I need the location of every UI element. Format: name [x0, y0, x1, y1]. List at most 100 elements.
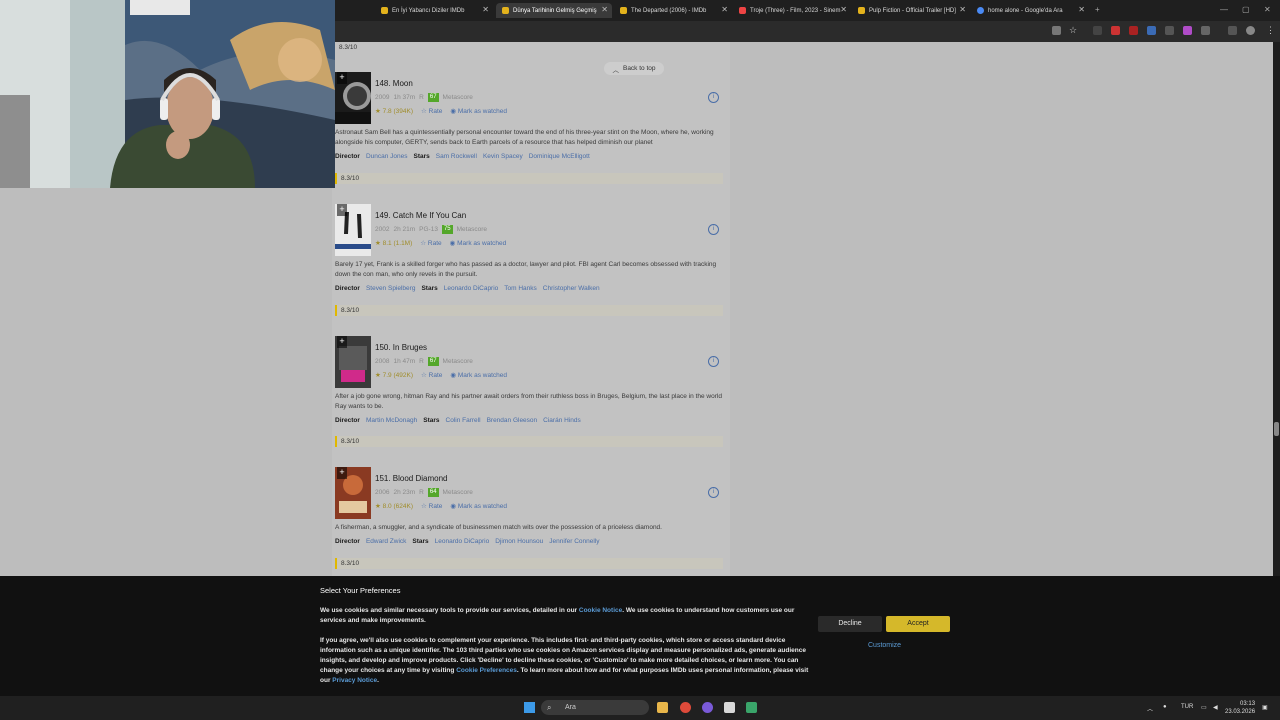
page-scrollbar[interactable] — [1273, 42, 1280, 576]
director-label: Director — [335, 153, 360, 160]
extension-icon[interactable] — [1093, 26, 1102, 35]
browser-tab[interactable]: Troje (Three) - Film, 2023 - Sinem ✕ — [733, 3, 851, 18]
info-icon[interactable]: i — [708, 356, 719, 367]
metascore-badge: 64 — [427, 488, 439, 497]
poster-image[interactable]: + — [335, 336, 371, 388]
new-tab-icon[interactable]: + — [1095, 5, 1100, 14]
close-icon[interactable]: ✕ — [959, 5, 966, 14]
director-link[interactable]: Steven Spielberg — [366, 285, 416, 292]
director-link[interactable]: Duncan Jones — [366, 153, 408, 160]
network-icon[interactable]: ▭ — [1201, 704, 1207, 711]
browser-tab-active[interactable]: Dünya Tarihinin Gelmiş Geçmiş ✕ — [496, 3, 612, 18]
close-icon[interactable]: ✕ — [601, 5, 608, 14]
extensions-puzzle-icon[interactable] — [1201, 26, 1210, 35]
app-icon[interactable] — [724, 702, 735, 713]
star-link[interactable]: Sam Rockwell — [436, 153, 477, 160]
menu-icon[interactable]: ⋮ — [1266, 26, 1275, 35]
list-item: + 150. In Bruges 2008 1h 47m R 67 Metasc… — [335, 336, 725, 446]
maximize-icon[interactable]: ▢ — [1242, 5, 1250, 14]
cookie-title: Select Your Preferences — [320, 586, 401, 595]
close-icon[interactable]: ✕ — [1078, 5, 1085, 14]
rate-button[interactable]: ☆ Rate — [421, 371, 442, 379]
add-to-watchlist-icon[interactable]: + — [337, 467, 347, 479]
language-indicator[interactable]: TUR — [1181, 704, 1193, 710]
movie-title[interactable]: 150. In Bruges — [375, 343, 427, 352]
poster-image[interactable]: + — [335, 204, 371, 256]
info-icon[interactable]: i — [708, 92, 719, 103]
taskbar-search[interactable]: ⌕ Ara — [541, 700, 649, 715]
close-icon[interactable]: ✕ — [482, 5, 489, 14]
extension-icon[interactable] — [1129, 26, 1138, 35]
add-to-watchlist-icon[interactable]: + — [337, 336, 347, 348]
extension-icon[interactable] — [1147, 26, 1156, 35]
star-link[interactable]: Jennifer Connelly — [549, 538, 599, 545]
decline-button[interactable]: Decline — [818, 616, 882, 632]
movie-title[interactable]: 148. Moon — [375, 79, 413, 88]
file-explorer-icon[interactable] — [657, 702, 668, 713]
system-clock[interactable]: 03:13 23.03.2026 — [1225, 700, 1255, 716]
rate-button[interactable]: ☆ Rate — [421, 502, 442, 510]
movie-meta: 2006 2h 23m R 64 Metascore — [375, 488, 473, 497]
credits-row: Director Martin McDonagh Stars Colin Far… — [335, 417, 581, 424]
star-link[interactable]: Tom Hanks — [504, 285, 537, 292]
chrome-icon[interactable] — [680, 702, 691, 713]
mark-watched-button[interactable]: ◉ Mark as watched — [450, 107, 507, 115]
browser-tab[interactable]: home alone - Google'da Ara ✕ — [971, 3, 1089, 18]
bookmark-star-icon[interactable]: ☆ — [1069, 26, 1078, 35]
info-icon[interactable]: i — [708, 487, 719, 498]
privacy-notice-link[interactable]: Privacy Notice — [332, 677, 377, 684]
star-link[interactable]: Christopher Walken — [543, 285, 600, 292]
rate-button[interactable]: ☆ Rate — [420, 239, 441, 247]
star-link[interactable]: Leonardo DiCaprio — [435, 538, 490, 545]
movie-title[interactable]: 151. Blood Diamond — [375, 474, 448, 483]
browser-tab[interactable]: The Departed (2006) - IMDb ✕ — [614, 3, 732, 18]
star-link[interactable]: Colin Farrell — [446, 417, 481, 424]
profile-avatar-icon[interactable] — [1246, 26, 1255, 35]
customize-link[interactable]: Customize — [868, 642, 901, 649]
poster-image[interactable]: + — [335, 72, 371, 124]
volume-icon[interactable]: ◀ — [1213, 704, 1218, 711]
mark-watched-button[interactable]: ◉ Mark as watched — [450, 371, 507, 379]
star-link[interactable]: Djimon Hounsou — [495, 538, 543, 545]
cookie-notice-link[interactable]: Cookie Notice — [579, 607, 622, 614]
accept-button[interactable]: Accept — [886, 616, 950, 632]
info-icon[interactable]: i — [708, 224, 719, 235]
rate-button[interactable]: ☆ Rate — [421, 107, 442, 115]
windows-start-icon[interactable] — [524, 702, 535, 713]
sidebar-icon[interactable] — [1228, 26, 1237, 35]
extension-icon[interactable] — [1183, 26, 1192, 35]
add-to-watchlist-icon[interactable]: + — [337, 204, 347, 216]
close-icon[interactable]: ✕ — [840, 5, 847, 14]
star-link[interactable]: Leonardo DiCaprio — [444, 285, 499, 292]
notification-icon[interactable]: ▣ — [1262, 704, 1268, 711]
translate-icon[interactable] — [1052, 26, 1061, 35]
close-icon[interactable]: ✕ — [721, 5, 728, 14]
plot-text: A fisherman, a smuggler, and a syndicate… — [335, 524, 662, 531]
star-link[interactable]: Dominique McElligott — [529, 153, 590, 160]
add-to-watchlist-icon[interactable]: + — [337, 72, 347, 84]
window-close-icon[interactable]: ✕ — [1264, 5, 1271, 14]
scrollbar-thumb[interactable] — [1274, 422, 1279, 436]
rating-row: ★ 7.9 (492K) ☆ Rate ◉ Mark as watched — [375, 371, 507, 379]
app-icon[interactable] — [746, 702, 757, 713]
director-link[interactable]: Martin McDonagh — [366, 417, 417, 424]
cookie-preferences-link[interactable]: Cookie Preferences — [456, 667, 517, 674]
extension-icon[interactable] — [1111, 26, 1120, 35]
mark-watched-button[interactable]: ◉ Mark as watched — [450, 502, 507, 510]
mark-watched-button[interactable]: ◉ Mark as watched — [450, 239, 507, 247]
movie-title[interactable]: 149. Catch Me If You Can — [375, 211, 466, 220]
chevron-up-icon[interactable]: ︿ — [1147, 704, 1153, 713]
extension-icon[interactable] — [1165, 26, 1174, 35]
microphone-icon[interactable]: ● — [1163, 704, 1167, 710]
app-icon[interactable] — [702, 702, 713, 713]
imdb-rating: ★ 8.1 (1.1M) — [375, 240, 413, 247]
director-link[interactable]: Edward Zwick — [366, 538, 406, 545]
browser-tab[interactable]: En İyi Yabancı Diziler IMDb ✕ — [375, 3, 493, 18]
browser-tab[interactable]: Pulp Fiction - Official Trailer [HD] ✕ — [852, 3, 970, 18]
minimize-icon[interactable]: — — [1220, 5, 1228, 14]
star-link[interactable]: Ciarán Hinds — [543, 417, 581, 424]
star-link[interactable]: Brendan Gleeson — [487, 417, 538, 424]
poster-image[interactable]: + — [335, 467, 371, 519]
star-link[interactable]: Kevin Spacey — [483, 153, 523, 160]
certificate: R — [419, 94, 424, 101]
